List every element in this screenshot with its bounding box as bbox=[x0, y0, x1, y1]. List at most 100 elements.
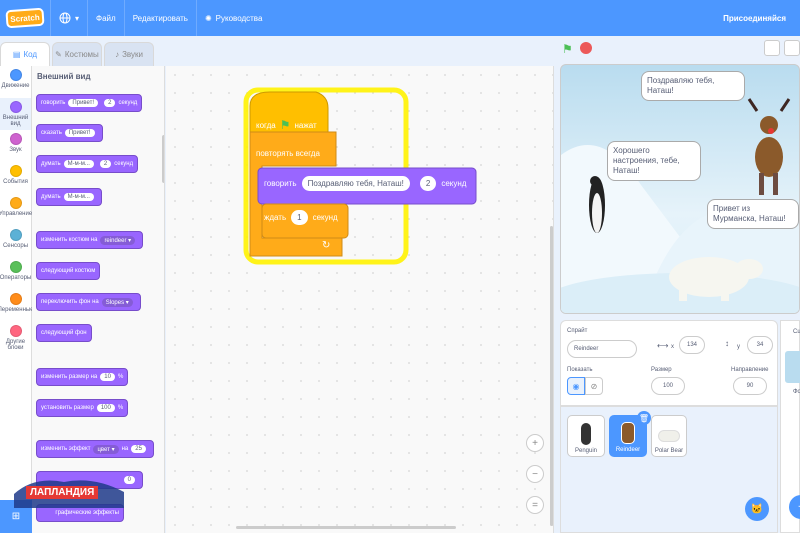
green-flag-button[interactable]: ⚑ bbox=[562, 42, 576, 56]
show-visible-button[interactable]: ◉ bbox=[567, 377, 585, 395]
block-input[interactable]: Привет! bbox=[64, 129, 95, 137]
show-label: Показать bbox=[567, 367, 593, 373]
category-label: События bbox=[3, 179, 28, 185]
block-input[interactable]: 25 bbox=[131, 445, 146, 453]
tab-costumes-label: Костюмы bbox=[64, 50, 99, 59]
block-switch-costume[interactable]: изменить костюм на reindeer ▾ bbox=[36, 231, 144, 249]
block-input[interactable]: 100 bbox=[96, 404, 115, 412]
block-label: переключить фон на bbox=[41, 299, 99, 305]
block-label: изменить размер на bbox=[41, 374, 98, 380]
category-item[interactable]: Другие блоки bbox=[0, 322, 31, 354]
block-think-for-secs[interactable]: думать М-м-м... 2 секунд bbox=[36, 155, 139, 173]
stop-button[interactable] bbox=[580, 42, 592, 54]
backdrop-count-label: Фо bbox=[793, 389, 800, 395]
category-item[interactable]: Управление bbox=[0, 194, 32, 226]
when-flag-clicked-block[interactable]: когда ⚑ нажат bbox=[256, 118, 317, 132]
y-field[interactable]: 34 bbox=[747, 336, 773, 354]
block-input[interactable]: 10 bbox=[100, 373, 115, 381]
block-input[interactable]: Привет! bbox=[68, 99, 99, 107]
backdrop-thumb[interactable] bbox=[785, 351, 800, 383]
category-item[interactable]: Внешний вид bbox=[0, 98, 31, 130]
block-next-backdrop[interactable]: следующий фон bbox=[36, 324, 92, 342]
scratch-logo[interactable]: Scratch bbox=[5, 7, 45, 29]
tab-code[interactable]: ▤ Код bbox=[0, 42, 50, 66]
effect-dropdown[interactable]: цвет ▾ bbox=[93, 444, 119, 454]
globe-icon bbox=[59, 12, 71, 24]
script-stack bbox=[243, 87, 477, 265]
category-item[interactable]: Сенсоры bbox=[0, 226, 31, 258]
tab-costumes[interactable]: ✎ Костюмы bbox=[52, 42, 102, 66]
show-hidden-button[interactable]: ⊘ bbox=[585, 377, 603, 395]
size-field[interactable]: 100 bbox=[651, 377, 685, 395]
block-label: изменить костюм на bbox=[41, 237, 98, 243]
small-stage-button[interactable] bbox=[764, 40, 780, 56]
say-message-input[interactable]: Поздравляю тебя, Наташ! bbox=[301, 176, 410, 191]
stage-header: ⚑ bbox=[556, 36, 800, 64]
edit-menu[interactable]: Редактировать bbox=[123, 0, 196, 36]
block-change-effect[interactable]: изменить эффект цвет ▾ на 25 bbox=[36, 440, 154, 458]
block-switch-backdrop[interactable]: переключить фон на Slopes ▾ bbox=[36, 293, 141, 311]
forever-block[interactable]: повторять всегда bbox=[256, 149, 320, 158]
category-dot-icon bbox=[9, 261, 22, 273]
palette-scrollbar[interactable] bbox=[162, 135, 164, 183]
code-icon: ▤ bbox=[12, 50, 21, 59]
category-item[interactable]: Переменные bbox=[0, 290, 34, 322]
signin-link[interactable]: Присоединяйся bbox=[723, 14, 786, 23]
backdrop-dropdown[interactable]: Slopes ▾ bbox=[101, 297, 133, 307]
zoom-reset-button[interactable]: = bbox=[526, 496, 544, 514]
block-input[interactable]: М-м-м... bbox=[63, 160, 94, 168]
wait-seconds-input[interactable]: 1 bbox=[291, 210, 308, 225]
penguin-icon bbox=[581, 423, 591, 445]
file-menu[interactable]: Файл bbox=[87, 0, 124, 36]
add-backdrop-button[interactable]: + bbox=[789, 495, 800, 519]
block-input[interactable]: 2 bbox=[104, 99, 116, 107]
block-label: когда bbox=[256, 120, 276, 130]
category-label: Движение bbox=[1, 83, 30, 89]
block-label: говорить bbox=[264, 179, 297, 188]
block-next-costume[interactable]: следующий костюм bbox=[36, 262, 101, 280]
language-menu[interactable]: ▾ bbox=[50, 0, 87, 36]
block-say[interactable]: сказать Привет! bbox=[36, 124, 103, 142]
category-label: Сенсоры bbox=[2, 243, 29, 249]
category-label: Звук bbox=[9, 147, 22, 153]
sprite-thumb-penguin[interactable]: Penguin bbox=[567, 415, 605, 457]
category-item[interactable]: Звук bbox=[0, 130, 31, 162]
category-dot-icon bbox=[9, 325, 22, 337]
say-for-secs-block[interactable]: говорить Поздравляю тебя, Наташ! 2 секун… bbox=[264, 176, 466, 191]
add-sprite-button[interactable]: 🐱 bbox=[745, 497, 769, 521]
block-input[interactable]: М-м-м... bbox=[63, 193, 94, 201]
costume-dropdown[interactable]: reindeer ▾ bbox=[100, 235, 136, 245]
category-item[interactable]: Операторы bbox=[0, 258, 31, 290]
delete-sprite-icon[interactable]: 🗑 bbox=[637, 411, 651, 425]
category-item[interactable]: Движение bbox=[0, 66, 31, 98]
sprite-thumb-label: Polar Bear bbox=[654, 448, 684, 454]
sprite-name-field[interactable]: Reindeer bbox=[567, 340, 637, 358]
block-set-size[interactable]: установить размер 100 % bbox=[36, 399, 129, 417]
category-dot-icon bbox=[9, 165, 22, 177]
sprite-list: Penguin Reindeer 🗑 Polar Bear 🐱 bbox=[560, 406, 778, 533]
category-label: Другие блоки bbox=[5, 339, 26, 351]
block-change-size[interactable]: изменить размер на 10 % bbox=[36, 368, 129, 386]
large-stage-button[interactable] bbox=[784, 40, 800, 56]
zoom-in-button[interactable]: + bbox=[526, 434, 544, 452]
block-input[interactable]: 2 bbox=[99, 160, 112, 168]
x-field[interactable]: 134 bbox=[679, 336, 705, 354]
block-think[interactable]: думать М-м-м... bbox=[36, 188, 102, 206]
script-area[interactable]: когда ⚑ нажат повторять всегда говорить … bbox=[166, 66, 554, 533]
stage[interactable]: Поздравляю тебя, Наташ! Хорошего настрое… bbox=[560, 64, 800, 314]
zoom-out-button[interactable]: − bbox=[526, 465, 544, 483]
sprite-thumb-polar-bear[interactable]: Polar Bear bbox=[651, 415, 687, 457]
say-seconds-input[interactable]: 2 bbox=[419, 176, 437, 191]
wait-block[interactable]: ждать 1 секунд bbox=[264, 210, 338, 225]
speech-bubble-reindeer: Поздравляю тебя, Наташ! bbox=[641, 71, 745, 101]
tutorials-menu[interactable]: ✺ Руководства bbox=[195, 0, 270, 36]
stage-target-panel[interactable]: Сц Фо + bbox=[780, 320, 800, 533]
block-say-for-secs[interactable]: говорить Привет! 2 секунд bbox=[36, 94, 143, 112]
direction-field[interactable]: 90 bbox=[733, 377, 767, 395]
block-label: ждать bbox=[264, 213, 287, 222]
horizontal-scrollbar[interactable] bbox=[236, 526, 456, 529]
tab-sounds[interactable]: ♪ Звуки bbox=[104, 42, 154, 66]
category-item[interactable]: События bbox=[0, 162, 31, 194]
category-dot-icon bbox=[9, 101, 22, 113]
vertical-scrollbar[interactable] bbox=[550, 226, 553, 526]
